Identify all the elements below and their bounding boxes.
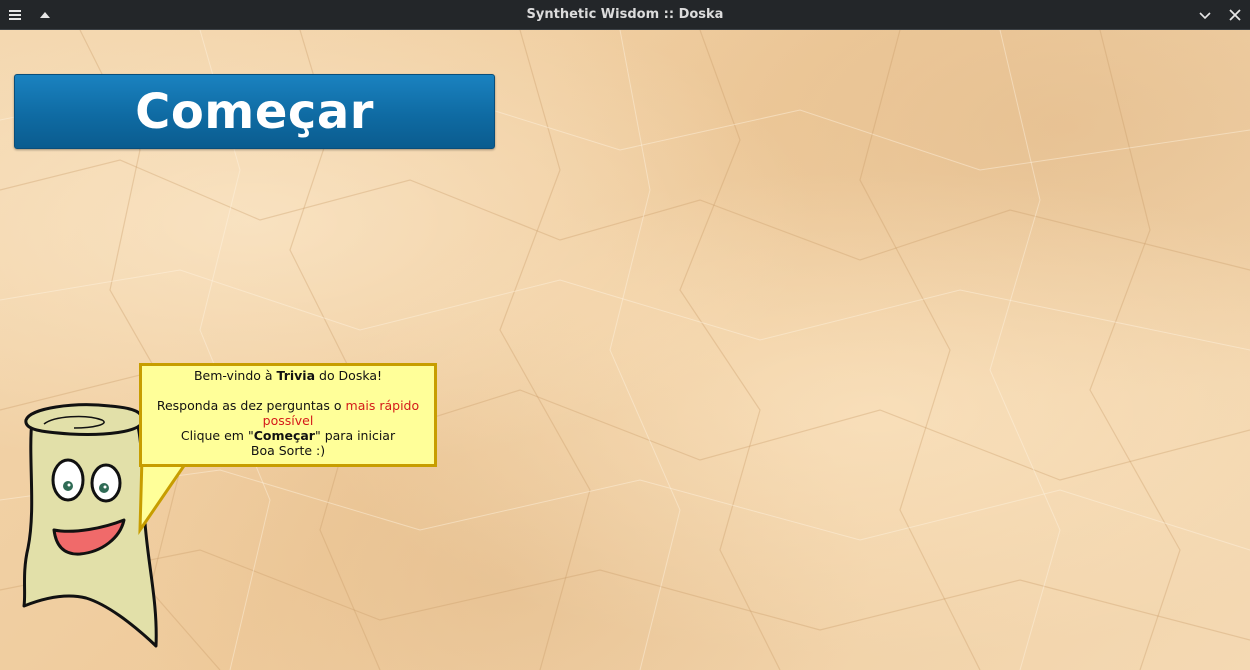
window-title: Synthetic Wisdom :: Doska: [526, 7, 724, 22]
start-hint-line: Clique em "Começar" para iniciar: [180, 428, 396, 443]
speech-bubble-tail: [138, 455, 193, 535]
minimize-icon[interactable]: [1192, 0, 1218, 30]
speech-bubble: Bem-vindo à Trivia do Doska! Responda as…: [139, 363, 437, 467]
window-titlebar: Synthetic Wisdom :: Doska: [0, 0, 1250, 30]
good-luck-line: Boa Sorte :): [250, 443, 326, 458]
instruction-line-cont: possível: [262, 413, 314, 428]
welcome-line: Bem-vindo à Trivia do Doska!: [193, 368, 383, 383]
instruction-line: Responda as dez perguntas o mais rápido: [156, 398, 420, 413]
start-button[interactable]: Começar: [14, 74, 495, 149]
close-icon[interactable]: [1222, 0, 1248, 30]
